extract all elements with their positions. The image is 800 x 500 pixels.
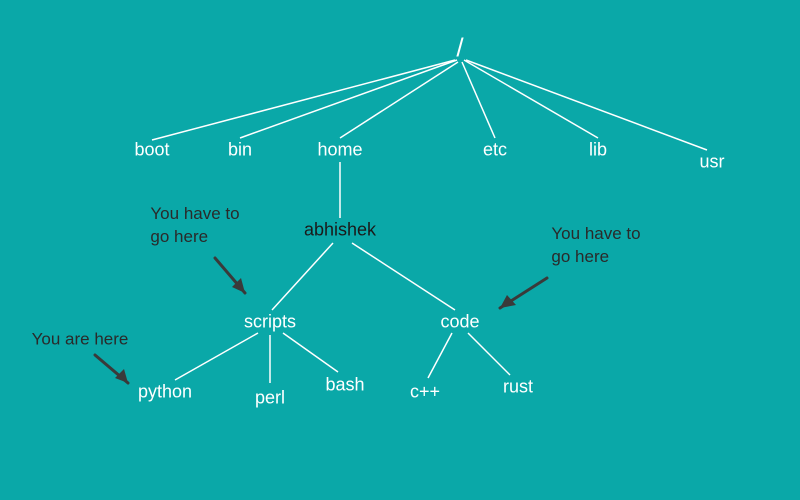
diagram-edges (0, 0, 800, 500)
node-bash: bash (325, 375, 364, 396)
annotation-go-here-1: You have togo here (150, 203, 239, 249)
annotation-you-are-here: You are here (32, 329, 129, 352)
node-lib: lib (589, 140, 607, 161)
node-perl: perl (255, 388, 285, 409)
node-home: home (317, 140, 362, 161)
node-python: python (138, 382, 192, 403)
node-root: / (456, 33, 463, 64)
node-etc: etc (483, 140, 507, 161)
node-abhishek: abhishek (304, 220, 376, 241)
node-rust: rust (503, 377, 533, 398)
node-boot: boot (134, 140, 169, 161)
node-bin: bin (228, 140, 252, 161)
annotation-go-here-2: You have togo here (551, 223, 640, 269)
node-code: code (440, 312, 479, 333)
node-scripts: scripts (244, 312, 296, 333)
node-cpp: c++ (410, 382, 440, 403)
node-usr: usr (699, 152, 724, 173)
